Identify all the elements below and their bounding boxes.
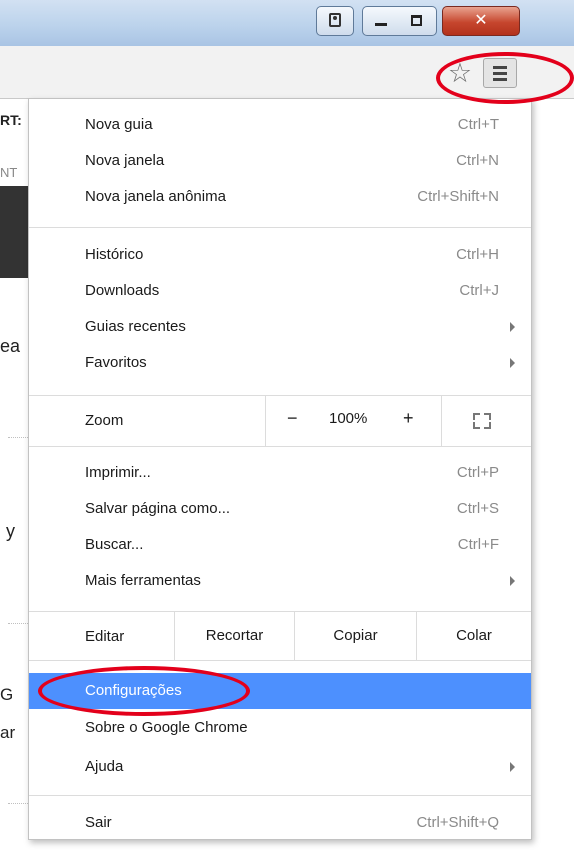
- maximize-button[interactable]: [399, 6, 437, 36]
- menu-item-shortcut: Ctrl+S: [456, 500, 499, 517]
- annotation-circle-settings: [38, 666, 250, 716]
- menu-item-label: Ajuda: [85, 758, 124, 775]
- menu-item-save-page[interactable]: Salvar página como... Ctrl+S: [29, 491, 531, 527]
- menu-item-label: Nova janela: [85, 152, 165, 169]
- menu-item-recent-tabs[interactable]: Guias recentes: [29, 309, 531, 345]
- chrome-main-menu: Nova guia Ctrl+T Nova janela Ctrl+N Nova…: [28, 98, 532, 840]
- cut-button[interactable]: Recortar: [175, 612, 294, 660]
- menu-separator: [29, 660, 531, 661]
- zoom-divider: [265, 396, 266, 446]
- submenu-arrow-icon: [510, 322, 515, 332]
- maximize-icon: [411, 15, 422, 26]
- menu-separator: [29, 446, 531, 447]
- menu-item-label: Buscar...: [85, 536, 144, 553]
- copy-button[interactable]: Copiar: [295, 612, 416, 660]
- menu-item-shortcut: Ctrl+Shift+N: [417, 188, 499, 205]
- submenu-arrow-icon: [510, 358, 515, 368]
- menu-item-label: Sair: [85, 814, 112, 831]
- annotation-circle-menu-button: [436, 52, 574, 104]
- minimize-button[interactable]: [362, 6, 400, 36]
- menu-item-shortcut: Ctrl+Shift+Q: [416, 814, 499, 831]
- menu-item-shortcut: Ctrl+F: [457, 536, 499, 553]
- minimize-icon: [375, 23, 387, 26]
- menu-item-label: Sobre o Google Chrome: [85, 719, 248, 736]
- menu-item-history[interactable]: Histórico Ctrl+H: [29, 237, 531, 273]
- edit-controls: Editar Recortar Copiar Colar: [29, 612, 531, 660]
- menu-item-help[interactable]: Ajuda: [29, 749, 531, 785]
- zoom-level: 100%: [329, 410, 368, 427]
- zoom-label: Zoom: [85, 412, 124, 429]
- submenu-arrow-icon: [510, 762, 515, 772]
- menu-item-shortcut: Ctrl+J: [459, 282, 499, 299]
- menu-item-exit[interactable]: Sair Ctrl+Shift+Q: [29, 805, 531, 841]
- zoom-out-button[interactable]: −: [287, 408, 298, 429]
- menu-item-label: Salvar página como...: [85, 500, 231, 517]
- menu-item-downloads[interactable]: Downloads Ctrl+J: [29, 273, 531, 309]
- menu-item-new-incognito-window[interactable]: Nova janela anônima Ctrl+Shift+N: [29, 179, 531, 215]
- page-divider: [8, 803, 28, 804]
- menu-item-label: Nova janela anônima: [85, 188, 226, 205]
- page-dark-banner: [0, 186, 30, 278]
- page-text-fragment: G: [0, 685, 14, 704]
- menu-item-label: Mais ferramentas: [85, 572, 201, 589]
- menu-item-shortcut: Ctrl+P: [456, 464, 499, 481]
- close-icon: ✕: [474, 12, 488, 29]
- page-text-fragment: ar: [0, 723, 16, 742]
- menu-item-label: Imprimir...: [85, 464, 151, 481]
- edit-label: Editar: [85, 628, 125, 645]
- paste-button[interactable]: Colar: [417, 612, 531, 660]
- page-text-fragment: ea: [0, 336, 21, 356]
- menu-item-bookmarks[interactable]: Favoritos: [29, 345, 531, 381]
- menu-item-shortcut: Ctrl+T: [457, 116, 499, 133]
- menu-separator: [29, 795, 531, 796]
- submenu-arrow-icon: [510, 576, 515, 586]
- menu-item-new-window[interactable]: Nova janela Ctrl+N: [29, 143, 531, 179]
- menu-item-print[interactable]: Imprimir... Ctrl+P: [29, 455, 531, 491]
- page-text-fragment: NT: [0, 165, 18, 180]
- menu-item-shortcut: Ctrl+N: [456, 152, 499, 169]
- page-divider: [8, 437, 28, 438]
- menu-item-find[interactable]: Buscar... Ctrl+F: [29, 527, 531, 563]
- menu-item-more-tools[interactable]: Mais ferramentas: [29, 563, 531, 599]
- menu-item-label: Downloads: [85, 282, 160, 299]
- menu-item-label: Guias recentes: [85, 318, 186, 335]
- page-text-fragment: y: [6, 521, 15, 541]
- page-divider: [8, 623, 28, 624]
- profile-button[interactable]: [316, 6, 354, 36]
- menu-item-new-tab[interactable]: Nova guia Ctrl+T: [29, 107, 531, 143]
- fullscreen-icon[interactable]: [473, 413, 491, 429]
- zoom-in-button[interactable]: +: [403, 408, 414, 429]
- zoom-controls: Zoom − 100% +: [29, 396, 531, 446]
- page-text-fragment: RT:: [0, 112, 22, 128]
- menu-item-label: Nova guia: [85, 116, 153, 133]
- zoom-divider: [441, 396, 442, 446]
- menu-item-about-chrome[interactable]: Sobre o Google Chrome: [29, 710, 531, 746]
- menu-item-shortcut: Ctrl+H: [456, 246, 499, 263]
- menu-item-label: Histórico: [85, 246, 144, 263]
- menu-separator: [29, 227, 531, 228]
- menu-item-label: Favoritos: [85, 354, 147, 371]
- close-window-button[interactable]: ✕: [442, 6, 520, 36]
- user-icon: [329, 13, 341, 27]
